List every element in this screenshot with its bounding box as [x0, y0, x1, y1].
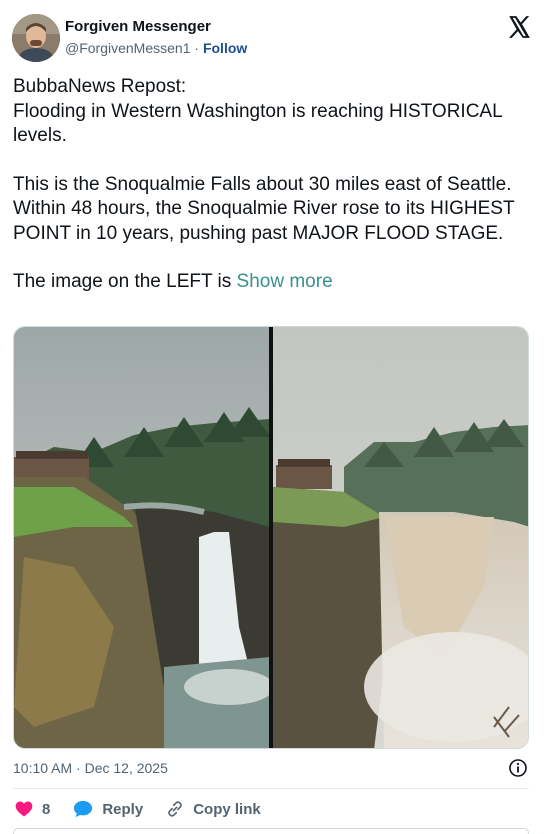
tweet-media[interactable]	[13, 326, 529, 749]
copy-link-label: Copy link	[193, 800, 261, 818]
reply-label: Reply	[102, 800, 144, 818]
left-photo	[14, 327, 274, 748]
copy-link-button[interactable]: Copy link	[165, 799, 261, 819]
handle-row: @ForgivenMessen1 · Follow	[65, 40, 247, 56]
tweet-timestamp[interactable]: 10:10 AM · Dec 12, 2025	[13, 760, 168, 776]
info-icon[interactable]	[508, 758, 528, 778]
tweet-text: BubbaNews Repost: Flooding in Western Wa…	[13, 75, 533, 295]
image-divider	[269, 327, 273, 748]
avatar[interactable]	[12, 14, 60, 62]
speech-bubble-icon	[74, 800, 93, 818]
reply-button[interactable]: Reply	[72, 799, 143, 819]
separator-dot: ·	[194, 40, 200, 56]
heart-icon	[15, 801, 33, 817]
like-count: 8	[42, 800, 51, 818]
tweet-line: Flooding in Western Washington is reachi…	[13, 100, 502, 147]
like-button[interactable]: 8	[14, 799, 50, 819]
action-bar: 8 Reply Copy link	[14, 798, 283, 820]
follow-button[interactable]: Follow	[203, 40, 247, 56]
show-more-link[interactable]: Show more	[237, 271, 333, 292]
right-photo	[273, 327, 528, 748]
tweet-card: Forgiven Messenger @ForgivenMessen1 · Fo…	[0, 0, 544, 834]
divider	[13, 788, 529, 789]
tweet-line: This is the Snoqualmie Falls about 30 mi…	[13, 173, 515, 244]
tweet-header: Forgiven Messenger @ForgivenMessen1 · Fo…	[12, 12, 532, 64]
author-name[interactable]: Forgiven Messenger	[65, 18, 211, 35]
read-replies-button[interactable]	[13, 828, 529, 834]
tweet-line: The image on the LEFT is	[13, 271, 232, 292]
link-icon	[168, 801, 183, 817]
tweet-line: BubbaNews Repost:	[13, 76, 187, 97]
author-handle[interactable]: @ForgivenMessen1	[65, 40, 191, 56]
tweet-line-last: The image on the LEFT is Show more	[13, 270, 533, 295]
x-logo-icon[interactable]	[506, 14, 532, 40]
